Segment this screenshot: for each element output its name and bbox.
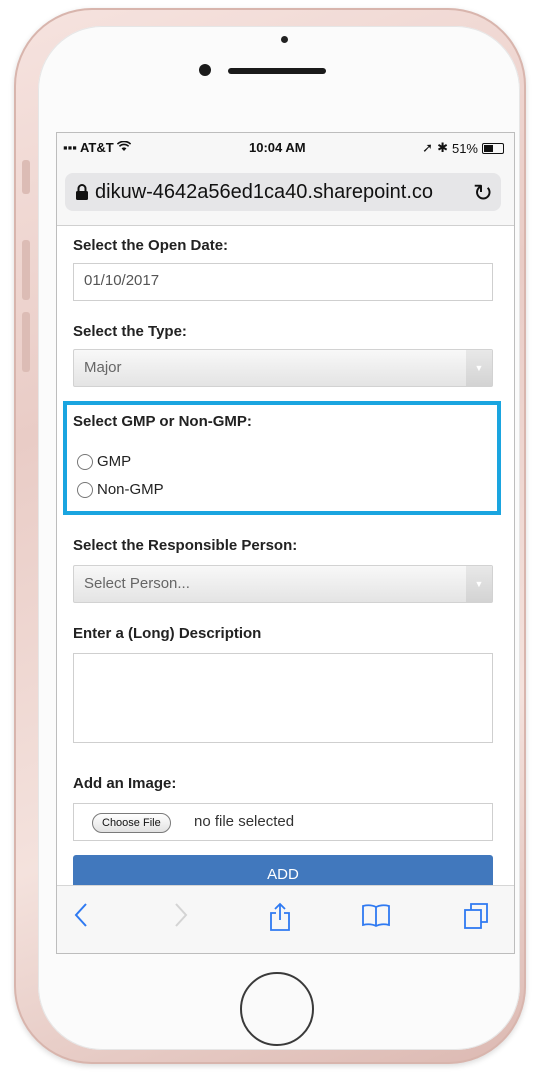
gmp-radio-option[interactable]: GMP — [77, 453, 131, 470]
gmp-highlight-box: Select GMP or Non-GMP: GMP Non-GMP — [63, 401, 501, 515]
battery-fill — [484, 144, 494, 152]
back-icon[interactable] — [73, 902, 89, 933]
front-camera — [199, 64, 211, 76]
gmp-radio-label: GMP — [97, 453, 132, 470]
safari-toolbar — [57, 885, 514, 953]
clock: 10:04 AM — [249, 140, 306, 155]
bookmarks-icon[interactable] — [361, 902, 391, 933]
status-right: ➚ ✱ 51% — [422, 140, 504, 156]
carrier-name: AT&T — [79, 140, 114, 155]
chevron-down-icon: ▼ — [466, 566, 492, 602]
responsible-placeholder: Select Person... — [84, 575, 190, 592]
wifi-icon — [117, 140, 132, 155]
open-date-input[interactable]: 01/10/2017 — [73, 263, 493, 301]
home-button[interactable] — [240, 972, 314, 1046]
volume-down-button — [22, 312, 30, 372]
url-field[interactable]: dikuw-4642a56ed1ca40.sharepoint.co ↻ — [65, 173, 501, 211]
description-textarea[interactable] — [73, 653, 493, 743]
mute-switch — [22, 160, 30, 194]
description-label: Enter a (Long) Description — [73, 625, 262, 642]
file-input: Choose File no file selected — [73, 803, 493, 841]
url-text: dikuw-4642a56ed1ca40.sharepoint.co — [95, 181, 434, 203]
chevron-down-icon: ▼ — [466, 350, 492, 386]
battery-icon — [482, 142, 504, 154]
gmp-radio-button[interactable] — [77, 453, 93, 470]
open-date-label: Select the Open Date: — [73, 237, 229, 254]
forward-icon — [173, 902, 189, 933]
tabs-icon[interactable] — [463, 902, 489, 935]
non-gmp-radio-button[interactable] — [77, 481, 93, 498]
phone-screen: ▪▪▪ AT&T 10:04 AM ➚ ✱ 51% dikuw-4642a56e… — [56, 132, 515, 954]
no-file-text: no file selected — [194, 813, 295, 830]
signal-bars-icon: ▪▪▪ — [63, 140, 77, 155]
volume-up-button — [22, 240, 30, 300]
status-bar: ▪▪▪ AT&T 10:04 AM ➚ ✱ 51% — [57, 133, 514, 161]
earpiece-speaker — [228, 68, 326, 74]
share-icon[interactable] — [269, 902, 291, 937]
gmp-label: Select GMP or Non-GMP: — [73, 413, 252, 430]
reload-icon[interactable]: ↻ — [473, 179, 493, 208]
lock-icon — [75, 183, 89, 201]
carrier-signal: ▪▪▪ AT&T — [63, 140, 132, 155]
page-content: Select the Open Date: 01/10/2017 Select … — [57, 225, 514, 895]
type-selected-value: Major — [84, 359, 122, 376]
battery-percent: 51% — [451, 140, 478, 156]
address-bar: dikuw-4642a56ed1ca40.sharepoint.co ↻ — [57, 161, 514, 226]
type-label: Select the Type: — [73, 323, 187, 340]
responsible-person-select[interactable]: Select Person... ▼ — [73, 565, 493, 603]
non-gmp-radio-option[interactable]: Non-GMP — [77, 481, 164, 498]
image-label: Add an Image: — [73, 775, 177, 792]
responsible-label: Select the Responsible Person: — [73, 537, 298, 554]
bluetooth-icon: ✱ — [437, 140, 448, 155]
choose-file-button[interactable]: Choose File — [92, 813, 171, 833]
non-gmp-radio-label: Non-GMP — [97, 481, 164, 498]
proximity-sensor — [281, 36, 288, 43]
location-arrow-icon: ➚ — [422, 140, 434, 155]
type-select[interactable]: Major ▼ — [73, 349, 493, 387]
